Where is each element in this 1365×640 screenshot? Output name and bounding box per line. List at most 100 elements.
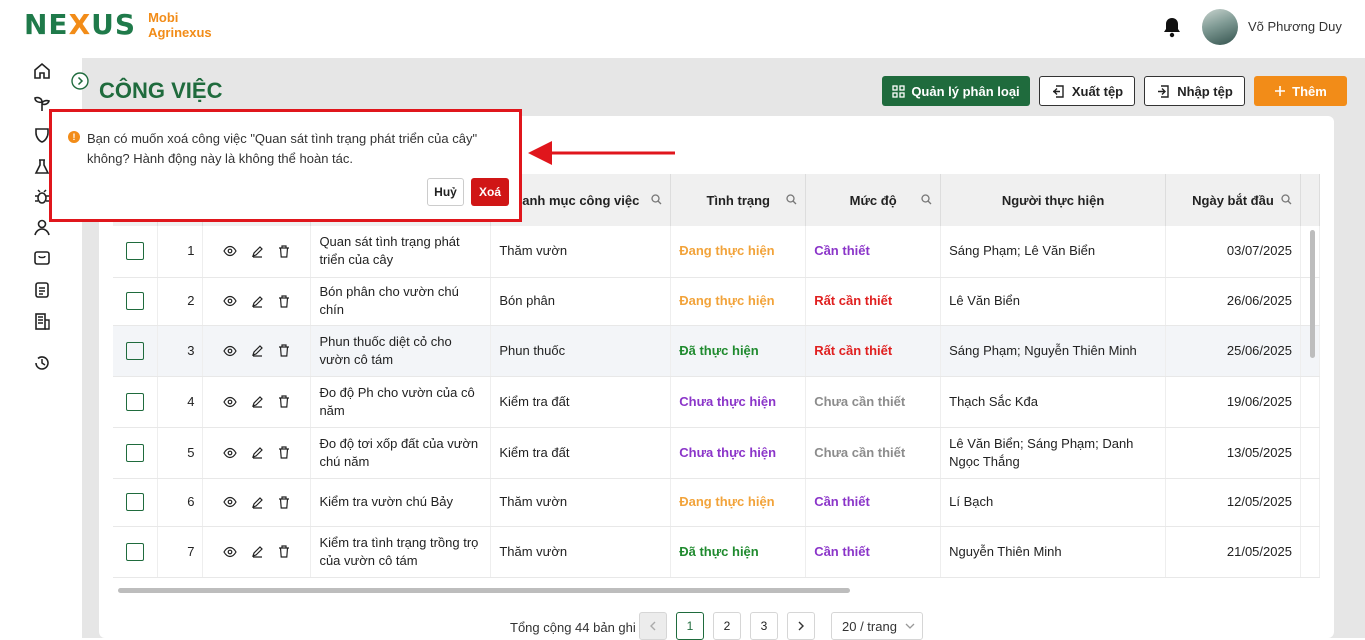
search-icon[interactable]	[1281, 194, 1292, 205]
task-name: Phun thuốc diệt cỏ cho vườn cô tám	[310, 325, 492, 377]
col-category-label: anh mục công việc	[522, 192, 640, 208]
table-row[interactable]: 6 Kiểm tra vườn chú Bảy Thăm vườn Đang thực…	[113, 478, 1320, 527]
edit-icon[interactable]	[251, 295, 264, 308]
import-button[interactable]: Nhập tệp	[1144, 76, 1245, 106]
row-checkbox[interactable]	[126, 392, 145, 411]
trash-icon[interactable]	[278, 395, 290, 408]
collapse-sidebar-icon[interactable]	[71, 72, 89, 90]
plus-icon	[1275, 86, 1286, 96]
trash-icon[interactable]	[278, 344, 290, 357]
row-checkbox-cell[interactable]	[113, 376, 159, 428]
row-index: 3	[157, 325, 204, 377]
edit-icon[interactable]	[251, 446, 264, 459]
eye-icon[interactable]	[223, 345, 238, 357]
search-icon[interactable]	[921, 194, 932, 205]
add-button[interactable]: Thêm	[1254, 76, 1347, 106]
search-icon[interactable]	[786, 194, 797, 205]
table-row[interactable]: 1 Quan sát tình trạng phát triển của cây T…	[113, 226, 1320, 278]
edit-icon[interactable]	[251, 496, 264, 509]
trash-icon[interactable]	[278, 495, 290, 509]
vertical-scrollbar[interactable]	[1310, 230, 1315, 358]
col-start-label: Ngày bắt đầu	[1192, 192, 1274, 208]
chevron-left-icon	[650, 621, 656, 631]
trash-icon[interactable]	[278, 545, 290, 558]
edit-icon[interactable]	[251, 245, 264, 258]
delete-confirm-popover: ! Bạn có muốn xoá công việc "Quan sát tì…	[49, 109, 522, 222]
horizontal-scrollbar[interactable]	[118, 588, 850, 593]
table-row[interactable]: 3 Phun thuốc diệt cỏ cho vườn cô tám Phun …	[113, 325, 1320, 377]
user-name[interactable]: Võ Phương Duy	[1248, 19, 1342, 34]
page-size-value: 20 / trang	[842, 618, 897, 634]
col-level[interactable]: Mức độ	[805, 174, 942, 226]
import-label: Nhập tệp	[1177, 83, 1233, 99]
row-checkbox[interactable]	[126, 242, 145, 261]
trash-icon[interactable]	[278, 446, 290, 459]
page-size-select[interactable]: 20 / trang	[831, 612, 923, 640]
col-assignee-label: Người thực hiện	[1001, 192, 1105, 208]
task-start-date: 13/05/2025	[1165, 427, 1301, 479]
row-checkbox-cell[interactable]	[113, 325, 159, 377]
next-page-button[interactable]	[787, 612, 815, 640]
col-assignee[interactable]: Người thực hiện	[940, 174, 1166, 226]
row-checkbox-cell[interactable]	[113, 478, 159, 527]
trash-icon[interactable]	[278, 294, 290, 308]
table-row[interactable]: 2 Bón phân cho vườn chú chín Bón phân Đang …	[113, 277, 1320, 326]
row-checkbox[interactable]	[126, 341, 145, 360]
task-status: Đang thực hiện	[670, 226, 807, 278]
eye-icon[interactable]	[223, 496, 238, 508]
logo-wordmark: NEXUS	[24, 8, 137, 41]
avatar[interactable]	[1202, 9, 1238, 45]
row-extra	[1300, 427, 1320, 479]
row-extra	[1300, 376, 1320, 428]
edit-icon[interactable]	[251, 344, 264, 357]
logo-subtitle: Mobi Agrinexus	[148, 10, 212, 40]
row-checkbox-cell[interactable]	[113, 277, 159, 326]
task-level: Cần thiết	[805, 526, 942, 578]
confirm-delete-button[interactable]: Xoá	[471, 178, 509, 206]
row-checkbox[interactable]	[126, 542, 145, 561]
clipboard-icon[interactable]	[33, 280, 51, 298]
building-icon[interactable]	[33, 312, 51, 330]
row-checkbox-cell[interactable]	[113, 226, 159, 278]
page-2-button[interactable]: 2	[713, 612, 741, 640]
page-1-button[interactable]: 1	[676, 612, 704, 640]
cancel-button[interactable]: Huỷ	[427, 178, 464, 206]
task-category: Kiểm tra đất	[490, 376, 672, 428]
table-row[interactable]: 4 Đo độ Ph cho vườn của cô năm Kiểm tra đấ…	[113, 376, 1320, 428]
task-category: Kiểm tra đất	[490, 427, 672, 479]
box-icon[interactable]	[33, 248, 51, 266]
page-3-button[interactable]: 3	[750, 612, 778, 640]
eye-icon[interactable]	[223, 546, 238, 558]
search-icon[interactable]	[651, 194, 662, 205]
row-checkbox[interactable]	[126, 493, 145, 511]
eye-icon[interactable]	[223, 447, 238, 459]
export-button[interactable]: Xuất tệp	[1039, 76, 1135, 106]
eye-icon[interactable]	[223, 295, 238, 307]
table-row[interactable]: 5 Đo độ tơi xốp đất của vườn chú năm Kiểm …	[113, 427, 1320, 479]
manage-categories-button[interactable]: Quản lý phân loại	[882, 76, 1030, 106]
chevron-right-icon	[798, 621, 804, 631]
row-checkbox[interactable]	[126, 443, 145, 462]
row-checkbox-cell[interactable]	[113, 427, 159, 479]
row-checkbox-cell[interactable]	[113, 526, 159, 578]
edit-icon[interactable]	[251, 395, 264, 408]
logo[interactable]: NEXUS Mobi Agrinexus	[24, 8, 212, 41]
eye-icon[interactable]	[223, 396, 238, 408]
bell-icon[interactable]	[1162, 16, 1182, 38]
task-start-date: 25/06/2025	[1165, 325, 1301, 377]
history-icon[interactable]	[33, 354, 51, 372]
top-bar: NEXUS Mobi Agrinexus Võ Phương Duy	[0, 0, 1365, 58]
trash-icon[interactable]	[278, 245, 290, 258]
home-icon[interactable]	[33, 62, 51, 80]
col-level-label: Mức độ	[849, 192, 897, 208]
eye-icon[interactable]	[223, 245, 238, 257]
col-start-date[interactable]: Ngày bắt đầu	[1165, 174, 1301, 226]
task-level: Rất cần thiết	[805, 277, 942, 326]
task-category: Thăm vườn	[490, 478, 672, 527]
table-row[interactable]: 7 Kiểm tra tình trạng trồng trọ của vườn …	[113, 526, 1320, 578]
prev-page-button[interactable]	[639, 612, 667, 640]
edit-icon[interactable]	[251, 545, 264, 558]
col-status[interactable]: Tình trạng	[670, 174, 807, 226]
row-checkbox[interactable]	[126, 292, 145, 310]
task-level: Cần thiết	[805, 226, 942, 278]
